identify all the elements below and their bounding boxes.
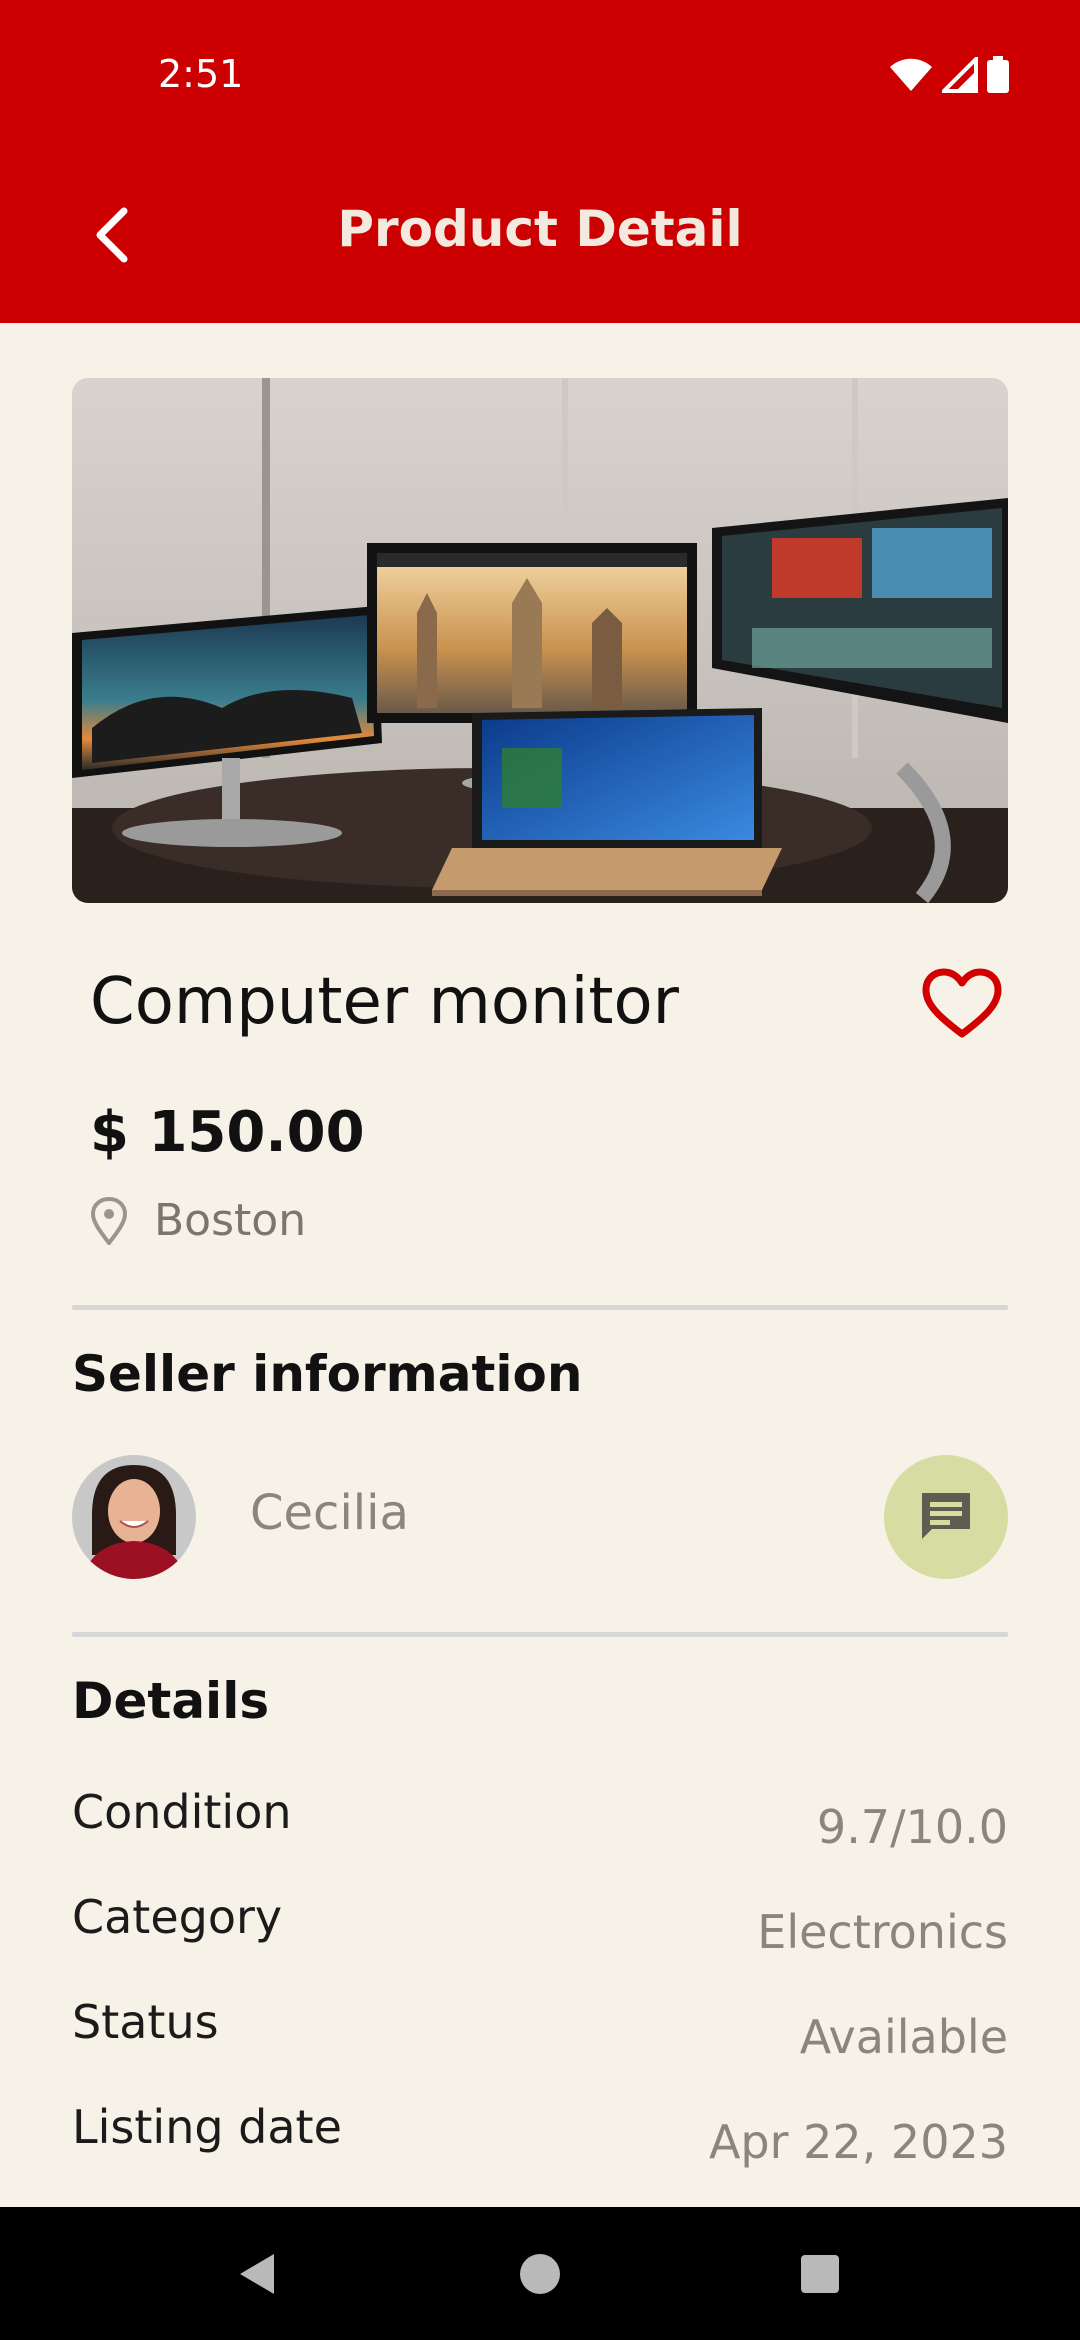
cellular-signal-icon xyxy=(942,57,978,93)
status-time: 2:51 xyxy=(158,52,244,96)
chat-bubble-icon xyxy=(922,1493,970,1539)
battery-icon xyxy=(987,56,1009,93)
detail-label-category: Category xyxy=(72,1890,283,1944)
square-recents-icon xyxy=(801,2254,839,2293)
triangle-back-icon xyxy=(240,2253,274,2294)
detail-label-status: Status xyxy=(72,1995,219,2049)
favorite-button[interactable] xyxy=(918,960,1006,1048)
details-section-title: Details xyxy=(72,1672,270,1730)
monitors-photo xyxy=(72,378,1008,903)
nav-home-button[interactable] xyxy=(480,2207,600,2340)
avatar-photo xyxy=(72,1455,196,1579)
seller-section-title: Seller information xyxy=(72,1345,583,1403)
divider xyxy=(72,1305,1008,1310)
status-icons xyxy=(888,56,1010,94)
detail-value-listing-date: Apr 22, 2023 xyxy=(708,2115,1008,2169)
detail-label-listing-date: Listing date xyxy=(72,2100,342,2154)
detail-value-condition: 9.7/10.0 xyxy=(816,1800,1008,1854)
location-text: Boston xyxy=(154,1195,307,1246)
heart-outline-icon xyxy=(922,968,1002,1038)
seller-name: Cecilia xyxy=(250,1485,409,1541)
system-navigation-bar xyxy=(0,2207,1080,2340)
product-price: $ 150.00 xyxy=(90,1100,365,1165)
location-pin-icon xyxy=(90,1196,128,1245)
product-image[interactable] xyxy=(72,378,1008,903)
detail-value-category: Electronics xyxy=(757,1905,1008,1959)
chat-button[interactable] xyxy=(884,1455,1008,1579)
location-row: Boston xyxy=(90,1195,306,1246)
nav-back-button[interactable] xyxy=(196,2207,316,2340)
wifi-icon xyxy=(890,58,932,91)
detail-label-condition: Condition xyxy=(72,1785,292,1839)
product-name: Computer monitor xyxy=(90,965,679,1039)
nav-recents-button[interactable] xyxy=(760,2207,880,2340)
app-header: 2:51 Product Detail xyxy=(0,0,1080,323)
detail-value-status: Available xyxy=(799,2010,1008,2064)
seller-avatar[interactable] xyxy=(72,1455,196,1579)
page-title: Product Detail xyxy=(337,200,743,258)
circle-home-icon xyxy=(520,2253,560,2294)
divider xyxy=(72,1632,1008,1637)
